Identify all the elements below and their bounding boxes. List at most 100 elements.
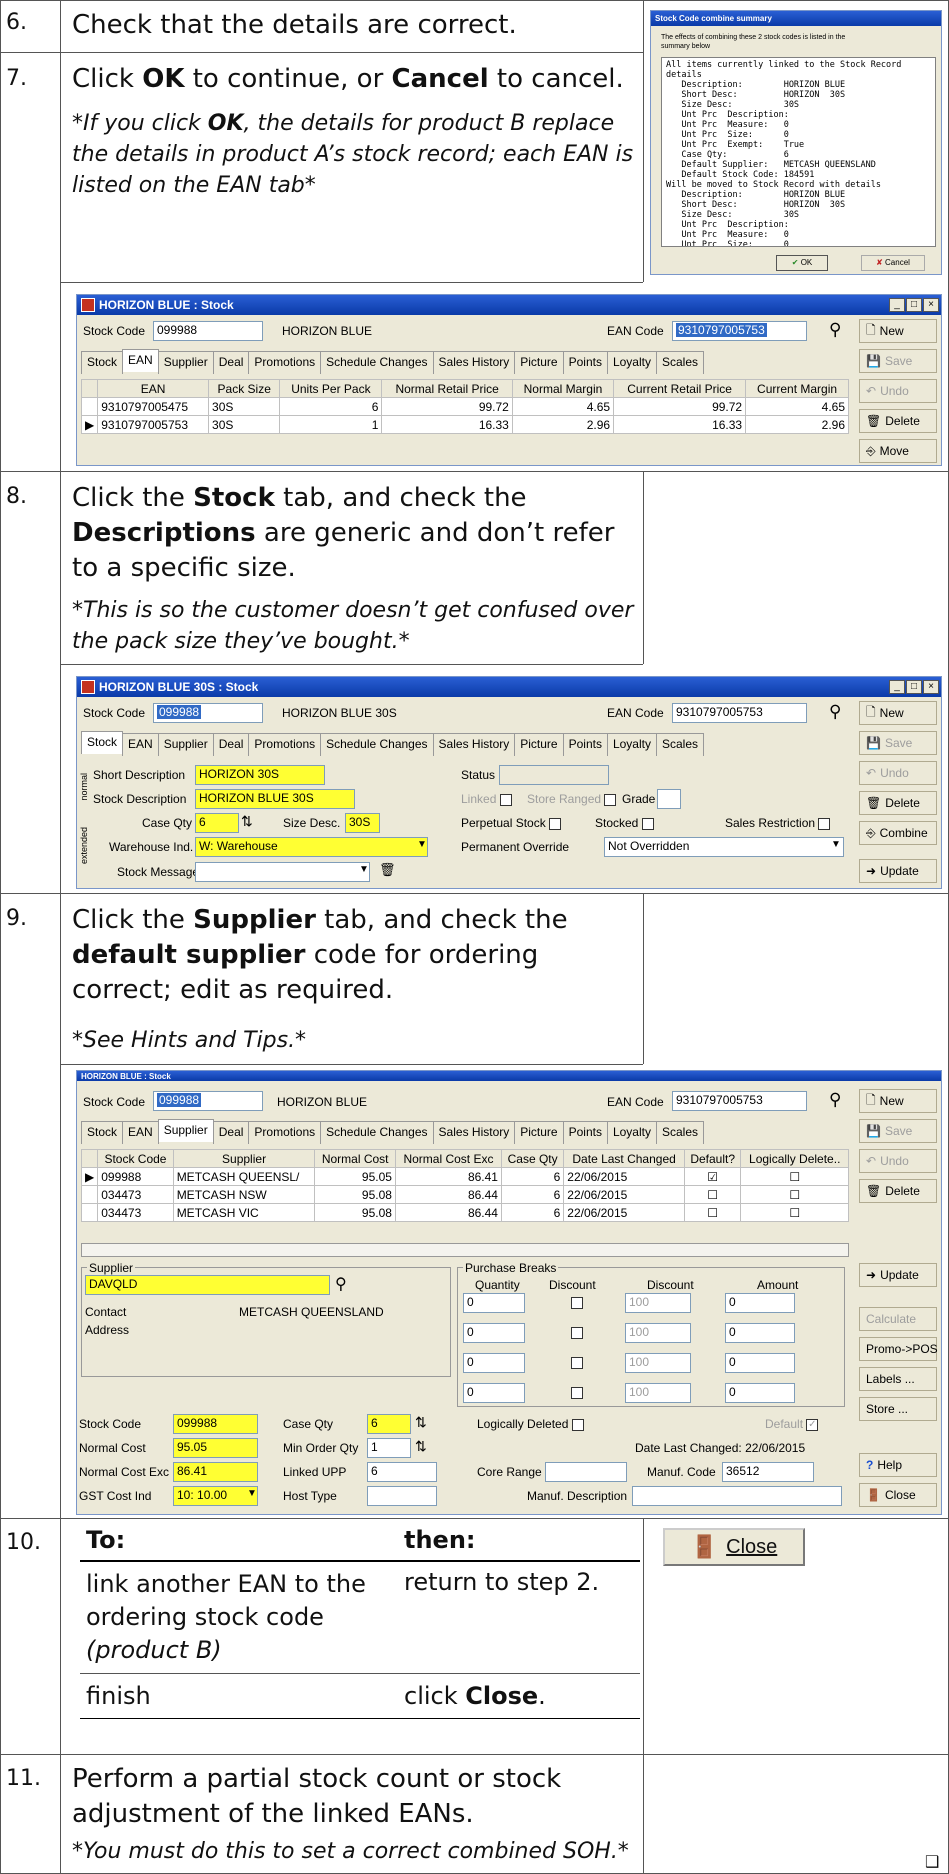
col-header[interactable]: Normal Retail Price xyxy=(381,379,513,398)
chevron-down-icon[interactable]: ▼ xyxy=(359,864,369,875)
pb-discount-checkbox[interactable] xyxy=(571,1357,583,1369)
pb-discount-input[interactable]: 100 xyxy=(625,1323,691,1343)
tab-scales[interactable]: Scales xyxy=(655,351,705,374)
min-order-input[interactable]: 1 xyxy=(367,1438,411,1458)
col-header[interactable]: Units Per Pack xyxy=(279,379,383,398)
update-button[interactable]: ➜ Update xyxy=(859,859,937,883)
grade-input[interactable] xyxy=(657,789,681,809)
tab-supplier[interactable]: Supplier xyxy=(157,1119,214,1142)
col-header[interactable]: EAN xyxy=(97,379,210,398)
search-icon[interactable]: ⚲ xyxy=(829,1090,841,1110)
undo-button[interactable]: ↶ Undo xyxy=(859,1149,937,1173)
undo-button[interactable]: ↶ Undo xyxy=(859,761,937,785)
save-button[interactable]: 💾 Save xyxy=(859,349,937,373)
new-button[interactable]: 🗋 New xyxy=(859,701,937,725)
ean-code-input[interactable]: 9310797005753 xyxy=(672,703,807,723)
pb-quantity-input[interactable]: 0 xyxy=(463,1353,525,1373)
core-range-input[interactable] xyxy=(545,1462,627,1482)
ean-code-input[interactable]: 9310797005753 xyxy=(672,321,807,341)
tab-schedule-changes[interactable]: Schedule Changes xyxy=(320,733,434,756)
stock-desc-input[interactable]: HORIZON BLUE 30S xyxy=(195,789,355,809)
minimize-icon[interactable]: _ xyxy=(889,680,905,694)
pb-discount-checkbox[interactable] xyxy=(571,1297,583,1309)
table-row[interactable]: 034473 METCASH VIC 95.08 86.44 6 22/06/2… xyxy=(80,1203,849,1222)
col-header[interactable]: Pack Size xyxy=(208,379,281,398)
normal-cost-exc-input[interactable]: 86.41 xyxy=(173,1462,258,1482)
tab-scales[interactable]: Scales xyxy=(655,1121,705,1144)
warehouse-select[interactable]: W: Warehouse xyxy=(195,837,428,857)
tab-loyalty[interactable]: Loyalty xyxy=(606,733,657,756)
promo-pos-button[interactable]: Promo->POS xyxy=(859,1337,938,1361)
pb-quantity-input[interactable]: 0 xyxy=(463,1293,525,1313)
perm-override-select[interactable]: Not Overridden xyxy=(604,837,844,857)
ok-button[interactable]: ✔ OK xyxy=(776,255,828,271)
delete-button[interactable]: 🗑 Delete xyxy=(859,1179,937,1203)
default-checkbox[interactable]: ☐ xyxy=(683,1185,742,1204)
col-header[interactable]: Stock Code xyxy=(97,1149,174,1168)
short-desc-input[interactable]: HORIZON 30S xyxy=(195,765,325,785)
pb-amount-input[interactable]: 0 xyxy=(725,1323,795,1343)
delete-button[interactable]: 🗑 Delete xyxy=(859,791,937,815)
linked-upp-input[interactable]: 6 xyxy=(367,1462,437,1482)
close-icon[interactable]: × xyxy=(923,298,939,312)
pb-amount-input[interactable]: 0 xyxy=(725,1353,795,1373)
store-button[interactable]: Store ... xyxy=(859,1397,937,1421)
tab-schedule-changes[interactable]: Schedule Changes xyxy=(320,351,434,374)
tab-sales-history[interactable]: Sales History xyxy=(432,733,516,756)
search-icon[interactable]: ⚲ xyxy=(335,1274,347,1294)
stock-msg-select[interactable] xyxy=(195,862,370,882)
logically-deleted-checkbox[interactable]: ☐ xyxy=(740,1167,849,1186)
checkbox-icon[interactable]: ❑ xyxy=(925,1852,939,1871)
maximize-icon[interactable]: □ xyxy=(906,298,922,312)
trash-icon[interactable]: 🗑 xyxy=(379,862,396,878)
help-button[interactable]: ? Help xyxy=(859,1453,937,1477)
spin-icon[interactable]: ⇅ xyxy=(415,1438,427,1455)
maximize-icon[interactable]: □ xyxy=(906,680,922,694)
spin-icon[interactable]: ⇅ xyxy=(241,813,253,830)
search-icon[interactable]: ⚲ xyxy=(829,320,841,340)
tab-loyalty[interactable]: Loyalty xyxy=(606,1121,657,1144)
tab-supplier[interactable]: Supplier xyxy=(157,733,214,756)
supplier-code-input[interactable]: DAVQLD xyxy=(85,1275,330,1295)
table-row[interactable]: ▶ 9310797005753 30S 1 16.33 2.96 16.33 2… xyxy=(80,415,849,434)
host-type-input[interactable] xyxy=(367,1486,437,1506)
table-row[interactable]: 034473 METCASH NSW 95.08 86.44 6 22/06/2… xyxy=(80,1185,849,1204)
move-button[interactable]: ⎆ Move xyxy=(859,439,937,463)
tab-normal[interactable]: normal xyxy=(79,773,89,801)
stock-code-input[interactable]: 099988 xyxy=(153,703,263,723)
tab-promotions[interactable]: Promotions xyxy=(248,1121,322,1144)
minimize-icon[interactable]: _ xyxy=(889,298,905,312)
col-header[interactable]: Normal Cost xyxy=(314,1149,396,1168)
close-button[interactable]: 🚪 Close xyxy=(859,1483,937,1507)
tab-deal[interactable]: Deal xyxy=(212,351,250,374)
chevron-down-icon[interactable]: ▼ xyxy=(831,839,841,850)
stock-code-input[interactable]: 099988 xyxy=(153,1091,263,1111)
tab-ean[interactable]: EAN xyxy=(122,733,159,756)
close-button-example[interactable]: 🚪 Close xyxy=(663,1528,805,1566)
save-button[interactable]: 💾 Save xyxy=(859,1119,937,1143)
stocked-checkbox[interactable]: Stocked xyxy=(595,816,654,830)
close-icon[interactable]: × xyxy=(923,680,939,694)
manuf-desc-input[interactable] xyxy=(632,1486,842,1506)
pb-quantity-input[interactable]: 0 xyxy=(463,1323,525,1343)
update-button[interactable]: ➜ Update xyxy=(859,1263,937,1287)
supplier-grid[interactable]: Stock Code Supplier Normal Cost Normal C… xyxy=(80,1149,849,1222)
cancel-button[interactable]: ✘ Cancel xyxy=(861,255,925,271)
col-header[interactable]: Logically Delete.. xyxy=(740,1149,849,1168)
horizontal-scrollbar[interactable] xyxy=(81,1243,849,1257)
tab-deal[interactable]: Deal xyxy=(212,733,250,756)
tab-deal[interactable]: Deal xyxy=(212,1121,250,1144)
tab-loyalty[interactable]: Loyalty xyxy=(606,351,657,374)
tab-promotions[interactable]: Promotions xyxy=(248,351,322,374)
pb-discount-input[interactable]: 100 xyxy=(625,1353,691,1373)
pb-amount-input[interactable]: 0 xyxy=(725,1383,795,1403)
supplier-stock-code-input[interactable]: 099988 xyxy=(173,1414,258,1434)
size-desc-input[interactable]: 30S xyxy=(345,813,380,833)
col-header[interactable]: Supplier xyxy=(172,1149,316,1168)
combine-button[interactable]: ⎆ Combine xyxy=(859,821,937,845)
default-checkbox-checked[interactable]: ☑ xyxy=(683,1167,742,1186)
save-button[interactable]: 💾 Save xyxy=(859,731,937,755)
pb-discount-checkbox[interactable] xyxy=(571,1387,583,1399)
case-qty-input[interactable]: 6 xyxy=(367,1414,411,1434)
linked-checkbox[interactable]: Linked xyxy=(461,792,512,806)
